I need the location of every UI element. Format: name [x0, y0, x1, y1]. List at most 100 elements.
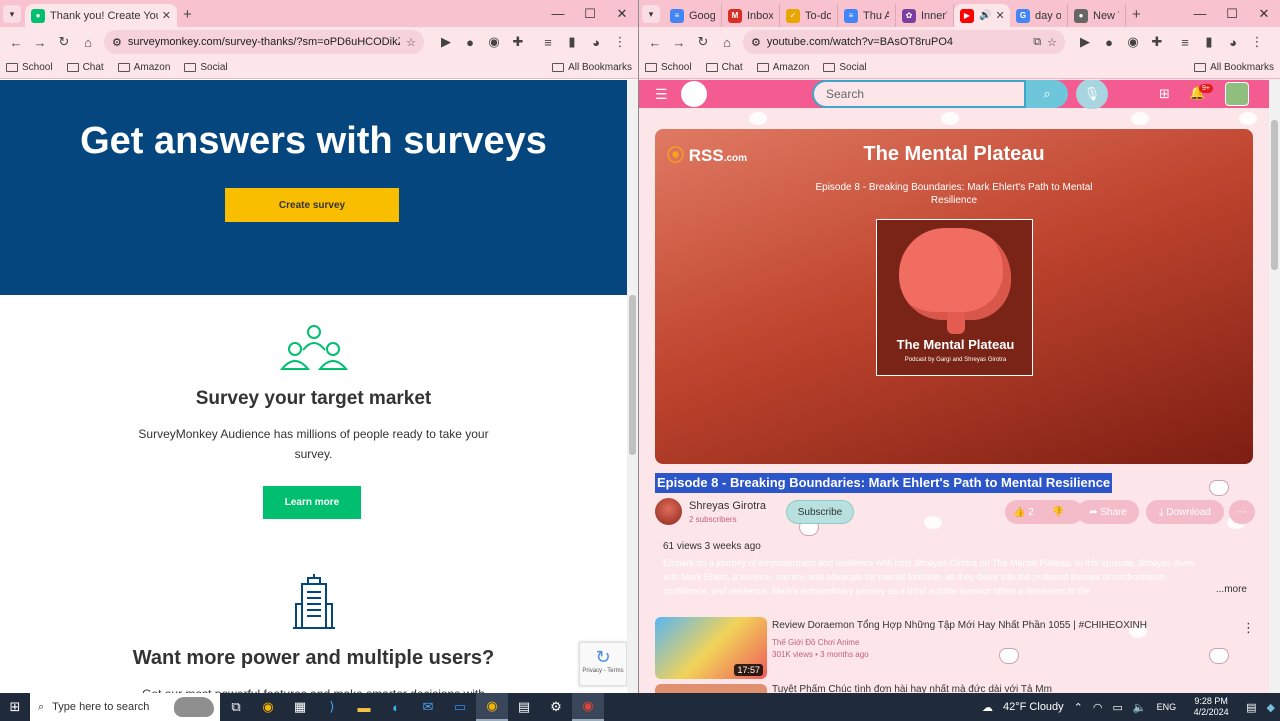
bookmark-amazon[interactable]: Amazon	[117, 62, 170, 73]
maximize-icon[interactable]: ☐	[574, 6, 606, 22]
taskbar-search-box[interactable]: ⌕ Type here to search	[30, 693, 220, 721]
bookmark-social[interactable]: Social	[823, 62, 867, 73]
channel-name[interactable]: Shreyas Girotra	[689, 500, 766, 512]
site-info-icon[interactable]: ⚙	[112, 36, 122, 49]
bookmark-chat[interactable]: Chat	[705, 62, 743, 73]
side-panel-icon[interactable]: ▮	[560, 30, 584, 54]
address-bar[interactable]: ⚙ youtube.com/watch?v=BAsOT8ruPO4 ⧉ ☆	[743, 30, 1065, 54]
weather-text[interactable]: 42°F Cloudy	[1003, 701, 1064, 713]
page-scrollbar[interactable]	[1269, 80, 1280, 693]
close-window-icon[interactable]: ✕	[606, 6, 638, 22]
extensions-puzzle-icon[interactable]: ✚	[1145, 30, 1169, 54]
language-indicator[interactable]: ENG	[1157, 702, 1177, 712]
home-icon[interactable]: ⌂	[76, 30, 100, 54]
profile-avatar-icon[interactable]: ◕	[1221, 30, 1245, 54]
address-bar[interactable]: ⚙ surveymonkey.com/survey-thanks/?sm=oPD…	[104, 30, 424, 54]
extension-circle-icon[interactable]: ●	[458, 30, 482, 54]
file-explorer-icon[interactable]: ▬	[348, 693, 380, 721]
extension-color-icon[interactable]: ◉	[482, 30, 506, 54]
search-input[interactable]: Search	[812, 80, 1026, 108]
bookmark-chat[interactable]: Chat	[66, 62, 104, 73]
display-icon[interactable]: ▭	[1113, 701, 1123, 714]
video-description[interactable]: 61 views 3 weeks ago Embark on a journey…	[655, 540, 1255, 602]
scrollbar-thumb[interactable]	[629, 295, 636, 455]
recommended-video[interactable]: 17:57 Review Doraemon Tổng Hợp Những Tập…	[655, 617, 1255, 679]
dislike-button[interactable]: 👎	[1052, 507, 1064, 518]
bookmark-school[interactable]: School	[645, 62, 692, 73]
vscode-app-icon[interactable]: ⟩	[316, 693, 348, 721]
weather-cloud-icon[interactable]: ☁	[982, 701, 993, 714]
menu-icon[interactable]: ☰	[655, 86, 671, 103]
chrome-second-app-icon[interactable]: ◉	[572, 693, 604, 721]
search-icon[interactable]: ⌕	[1026, 80, 1068, 108]
like-button[interactable]: 👍 2	[1013, 507, 1034, 518]
browser-menu-icon[interactable]: ⋮	[608, 30, 632, 54]
learn-more-button[interactable]: Learn more	[263, 486, 361, 519]
extension-badge-icon[interactable]: ●	[1097, 30, 1121, 54]
tab-search-dropdown-icon[interactable]: ▾	[3, 5, 21, 23]
reload-icon[interactable]: ↻	[52, 30, 76, 54]
tab-youtube[interactable]: ▶ 🔊 ✕	[954, 4, 1010, 27]
chrome-profile-app-icon[interactable]: ◉	[476, 693, 508, 721]
store-app-icon[interactable]: ▦	[284, 693, 316, 721]
account-avatar[interactable]	[1225, 82, 1249, 106]
play-extension-icon[interactable]: ▶	[434, 30, 458, 54]
close-tab-icon[interactable]: ✕	[995, 9, 1004, 22]
new-tab-icon[interactable]: +	[1132, 6, 1141, 23]
all-bookmarks[interactable]: All Bookmarks	[552, 62, 632, 73]
recaptcha-badge[interactable]: ↻ Privacy - Terms	[579, 642, 627, 686]
create-survey-button[interactable]: Create survey	[225, 188, 399, 222]
all-bookmarks[interactable]: All Bookmarks	[1194, 62, 1274, 73]
close-window-icon[interactable]: ✕	[1248, 6, 1280, 22]
side-panel-icon[interactable]: ▮	[1197, 30, 1221, 54]
media-controls-icon[interactable]: ≡	[1173, 30, 1197, 54]
tab-day-of[interactable]: Gday of	[1010, 4, 1068, 27]
tab-innerv[interactable]: ✿InnerV	[896, 4, 954, 27]
clock[interactable]: 9:28 PM 4/2/2024	[1181, 696, 1241, 718]
download-button[interactable]: ⤓ Download	[1146, 500, 1224, 524]
channel-avatar[interactable]	[655, 498, 682, 525]
minimize-icon[interactable]: —	[1184, 6, 1216, 21]
share-button[interactable]: ➦ Share	[1077, 500, 1139, 524]
windows-start-icon[interactable]: ⊞	[0, 693, 30, 721]
show-more-link[interactable]: ...more	[1216, 583, 1247, 597]
copilot-icon[interactable]: ◆	[1267, 701, 1275, 714]
tab-new-tab[interactable]: ●New Ta	[1068, 4, 1126, 27]
wifi-icon[interactable]: ◠	[1093, 701, 1103, 714]
bookmark-star-icon[interactable]: ☆	[406, 36, 416, 49]
forward-icon[interactable]: →	[28, 30, 52, 54]
maximize-icon[interactable]: ☐	[1216, 6, 1248, 22]
recommended-video[interactable]: Tuyệt Phẩm Chúc tình đơn hài hay nhất mà…	[655, 684, 1255, 693]
tab-thu-an[interactable]: ≡Thu An	[838, 4, 896, 27]
bookmark-amazon[interactable]: Amazon	[756, 62, 809, 73]
reload-icon[interactable]: ↻	[691, 30, 715, 54]
video-player[interactable]: ⦿ RSS.com The Mental Plateau Episode 8 -…	[655, 129, 1253, 464]
new-tab-icon[interactable]: +	[183, 6, 192, 23]
scrollbar-thumb[interactable]	[1271, 120, 1278, 270]
install-app-icon[interactable]: ⧉	[1033, 36, 1041, 49]
bookmark-star-icon[interactable]: ☆	[1047, 36, 1057, 49]
play-extension-icon[interactable]: ▶	[1073, 30, 1097, 54]
recommended-channel[interactable]: Thế Giới Đồ Chơi Anime	[772, 638, 859, 647]
tab-google[interactable]: ≡Google	[664, 4, 722, 27]
recommended-thumbnail[interactable]	[655, 684, 767, 693]
tab-search-dropdown-icon[interactable]: ▾	[642, 5, 660, 23]
minimize-icon[interactable]: —	[542, 6, 574, 21]
remote-app-icon[interactable]: ▭	[444, 693, 476, 721]
mail-app-icon[interactable]: ✉	[412, 693, 444, 721]
notification-center-icon[interactable]: ▤	[1246, 701, 1256, 714]
close-tab-icon[interactable]: ✕	[162, 9, 171, 22]
more-options-icon[interactable]: ⋮	[1242, 620, 1255, 636]
settings-app-icon[interactable]: ⚙	[540, 693, 572, 721]
browser-menu-icon[interactable]: ⋮	[1245, 30, 1269, 54]
tab-surveymonkey[interactable]: ● Thank you! Create Your Own O ✕	[25, 4, 177, 27]
volume-icon[interactable]: 🔈	[1133, 701, 1147, 714]
recommended-thumbnail[interactable]: 17:57	[655, 617, 767, 679]
show-hidden-icons-icon[interactable]: ⌃	[1074, 701, 1083, 714]
create-video-icon[interactable]: ⊞	[1159, 86, 1170, 102]
task-view-icon[interactable]: ⧉	[220, 693, 252, 721]
bookmark-school[interactable]: School	[6, 62, 53, 73]
audio-playing-icon[interactable]: 🔊	[979, 10, 991, 21]
my-melody-logo-icon[interactable]	[681, 81, 707, 107]
back-icon[interactable]: ←	[4, 30, 28, 54]
